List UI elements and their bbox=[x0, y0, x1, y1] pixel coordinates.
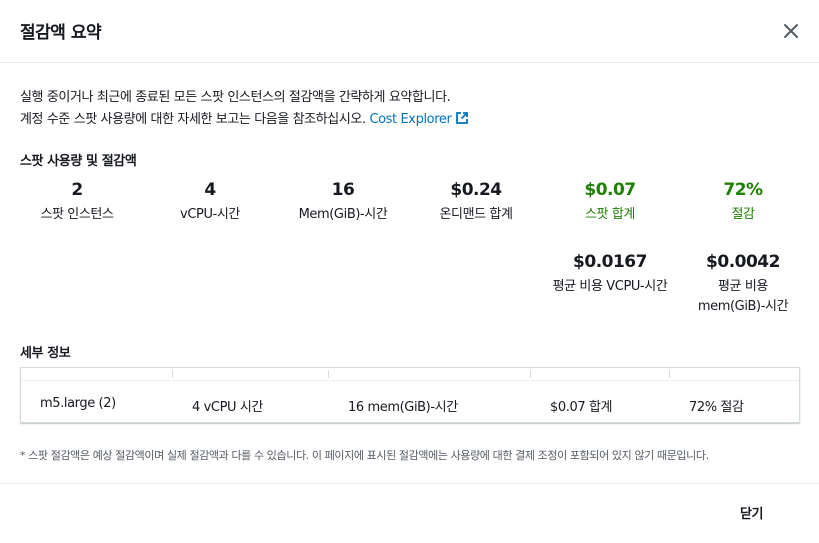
stat-label: 평균 비용 mem(GiB)-시간 bbox=[697, 279, 789, 314]
description-line-1: 실행 중이거나 최근에 종료된 모든 스팟 인스턴스의 절감액을 간략하게 요약… bbox=[20, 90, 451, 105]
stat-value: $0.0042 bbox=[706, 252, 780, 272]
column-separator bbox=[530, 370, 531, 378]
avg-cost-vcpu: $0.0167 평균 비용 VCPU-시간 bbox=[543, 252, 677, 297]
stat-spot-instances: 2 스팟 인스턴스 bbox=[10, 180, 144, 225]
footnote: * 스팟 절감액은 예상 절감액이며 실제 절감액과 다를 수 있습니다. 이 … bbox=[20, 449, 709, 462]
description-line-2: 계정 수준 스팟 사용량에 대한 자세한 보고는 다음을 참조하십시오. Cos… bbox=[20, 108, 469, 127]
stat-label: 온디맨드 합계 bbox=[439, 207, 513, 222]
usage-section-title: 스팟 사용량 및 절감액 bbox=[20, 154, 137, 169]
stat-ondemand-total: $0.24 온디맨드 합계 bbox=[409, 180, 543, 225]
stat-vcpu-hours: 4 vCPU-시간 bbox=[143, 180, 277, 225]
avg-cost-mem: $0.0042 평균 비용 mem(GiB)-시간 bbox=[676, 252, 810, 317]
stat-value: 2 bbox=[71, 180, 83, 200]
stat-spot-total: $0.07 스팟 합계 bbox=[543, 180, 677, 225]
stat-value: $0.24 bbox=[450, 180, 502, 200]
external-link-icon bbox=[456, 112, 469, 124]
stat-label: 평균 비용 VCPU-시간 bbox=[552, 279, 668, 294]
stat-value: $0.0167 bbox=[573, 252, 647, 272]
column-separator bbox=[669, 370, 670, 378]
details-section-title: 세부 정보 bbox=[20, 346, 71, 361]
stat-value: 4 bbox=[204, 180, 216, 200]
stat-value: 72% bbox=[723, 180, 763, 200]
stat-value: 16 bbox=[331, 180, 355, 200]
savings-summary-modal: 절감액 요약 실행 중이거나 최근에 종료된 모든 스팟 인스턴스의 절감액을 … bbox=[0, 0, 819, 542]
stat-savings-percent: 72% 절감 bbox=[676, 180, 810, 225]
description-text: 계정 수준 스팟 사용량에 대한 자세한 보고는 다음을 참조하십시오. bbox=[20, 112, 366, 127]
cell-total: $0.07 합계 bbox=[550, 400, 613, 415]
cell-instance-type: m5.large (2) bbox=[40, 396, 116, 411]
table-header bbox=[21, 368, 799, 381]
stat-label: 절감 bbox=[731, 207, 755, 222]
stat-label: Mem(GiB)-시간 bbox=[298, 207, 388, 222]
cell-vcpu-hours: 4 vCPU 시간 bbox=[192, 400, 263, 415]
modal-header: 절감액 요약 bbox=[0, 0, 819, 63]
column-separator bbox=[172, 370, 173, 378]
cell-mem-hours: 16 mem(GiB)-시간 bbox=[348, 400, 458, 415]
details-table: m5.large (2) 4 vCPU 시간 16 mem(GiB)-시간 $0… bbox=[20, 367, 800, 423]
stat-label: 스팟 합계 bbox=[585, 207, 635, 222]
modal-footer: 닫기 bbox=[0, 483, 819, 543]
close-footer-button[interactable]: 닫기 bbox=[740, 503, 764, 522]
cost-explorer-link[interactable]: Cost Explorer bbox=[369, 112, 469, 127]
cost-explorer-label: Cost Explorer bbox=[369, 112, 452, 127]
stat-label: 스팟 인스턴스 bbox=[40, 207, 114, 222]
stat-label: vCPU-시간 bbox=[180, 207, 240, 222]
cell-savings: 72% 절감 bbox=[689, 400, 744, 415]
modal-title: 절감액 요약 bbox=[20, 23, 102, 43]
column-separator bbox=[328, 370, 329, 378]
stat-value: $0.07 bbox=[584, 180, 636, 200]
stat-mem-hours: 16 Mem(GiB)-시간 bbox=[276, 180, 410, 225]
close-icon bbox=[784, 24, 798, 38]
close-button[interactable] bbox=[780, 20, 802, 42]
